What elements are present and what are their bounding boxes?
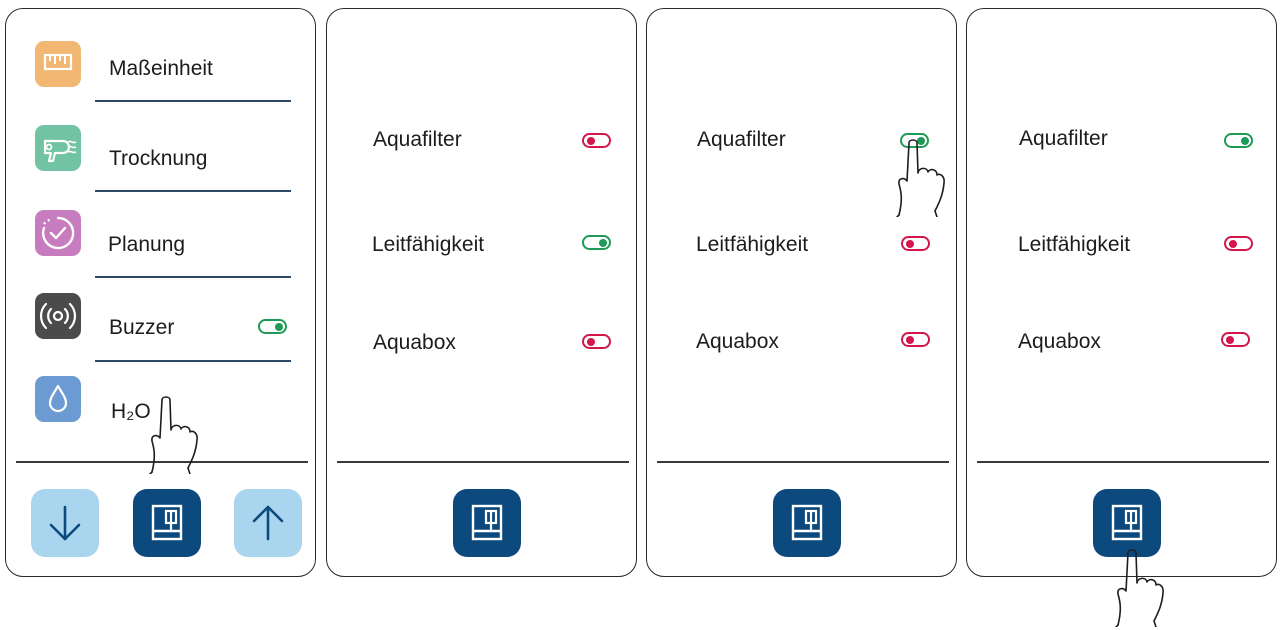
menu-item-label: Trocknung bbox=[109, 147, 208, 170]
home-button[interactable] bbox=[1093, 489, 1161, 557]
h2o-settings-panel-3: Aquafilter Leitfähigkeit Aquabox bbox=[966, 8, 1277, 577]
menu-separator bbox=[95, 190, 291, 192]
home-screen-icon bbox=[773, 489, 841, 557]
setting-label-aquafilter: Aquafilter bbox=[697, 128, 786, 151]
aquabox-toggle[interactable] bbox=[582, 334, 611, 349]
h2o-settings-panel-2: Aquafilter Leitfähigkeit Aquabox bbox=[646, 8, 957, 577]
footer-divider bbox=[977, 461, 1269, 463]
leitfaehigkeit-toggle[interactable] bbox=[582, 235, 611, 250]
leitfaehigkeit-toggle[interactable] bbox=[901, 236, 930, 251]
setting-label-aquafilter: Aquafilter bbox=[373, 128, 462, 151]
aquafilter-toggle[interactable] bbox=[1224, 133, 1253, 148]
home-button[interactable] bbox=[773, 489, 841, 557]
home-screen-icon bbox=[1093, 489, 1161, 557]
h2o-settings-panel-1: Aquafilter Leitfähigkeit Aquabox bbox=[326, 8, 637, 577]
setting-label-leitfaehigkeit: Leitfähigkeit bbox=[372, 233, 485, 256]
aquafilter-toggle[interactable] bbox=[582, 133, 611, 148]
menu-item-label: H₂O bbox=[111, 400, 151, 423]
buzzer-toggle[interactable] bbox=[258, 319, 287, 334]
hair-dryer-icon bbox=[35, 125, 81, 171]
setting-label-aquabox: Aquabox bbox=[373, 331, 456, 354]
menu-separator bbox=[95, 276, 291, 278]
home-screen-icon bbox=[453, 489, 521, 557]
menu-item-label: Buzzer bbox=[109, 316, 175, 339]
menu-item-planung[interactable]: Planung bbox=[6, 195, 315, 281]
buzzer-sound-icon bbox=[35, 293, 81, 339]
setting-label-leitfaehigkeit: Leitfähigkeit bbox=[1018, 233, 1131, 256]
ruler-icon bbox=[35, 41, 81, 87]
aquabox-toggle[interactable] bbox=[901, 332, 930, 347]
footer-divider bbox=[657, 461, 949, 463]
scroll-down-button[interactable] bbox=[31, 489, 99, 557]
menu-item-masseinheit[interactable]: Maßeinheit bbox=[6, 23, 315, 109]
menu-item-h2o[interactable]: H₂O bbox=[6, 367, 315, 453]
setting-label-aquabox: Aquabox bbox=[696, 330, 779, 353]
menu-separator bbox=[95, 360, 291, 362]
footer-divider bbox=[16, 461, 308, 463]
menu-item-label: Planung bbox=[108, 233, 186, 256]
setting-label-leitfaehigkeit: Leitfähigkeit bbox=[696, 233, 809, 256]
water-drop-icon bbox=[35, 376, 81, 422]
footer-divider bbox=[337, 461, 629, 463]
menu-item-label: Maßeinheit bbox=[109, 57, 213, 80]
arrow-down-icon bbox=[49, 505, 81, 541]
timer-clock-icon bbox=[35, 210, 81, 256]
scroll-up-button[interactable] bbox=[234, 489, 302, 557]
home-button[interactable] bbox=[453, 489, 521, 557]
pointing-hand-icon bbox=[895, 137, 951, 217]
menu-item-trocknung[interactable]: Trocknung bbox=[6, 109, 315, 195]
setting-label-aquabox: Aquabox bbox=[1018, 330, 1101, 353]
arrow-up-icon bbox=[252, 505, 284, 541]
setting-label-aquafilter: Aquafilter bbox=[1019, 127, 1108, 150]
menu-item-buzzer[interactable]: Buzzer bbox=[6, 281, 315, 367]
aquafilter-toggle[interactable] bbox=[900, 133, 929, 148]
home-button[interactable] bbox=[133, 489, 201, 557]
menu-separator bbox=[95, 100, 291, 102]
leitfaehigkeit-toggle[interactable] bbox=[1224, 236, 1253, 251]
settings-menu-panel: Maßeinheit Trocknung Planung Buzzer H₂O bbox=[5, 8, 316, 577]
home-screen-icon bbox=[133, 489, 201, 557]
aquabox-toggle[interactable] bbox=[1221, 332, 1250, 347]
